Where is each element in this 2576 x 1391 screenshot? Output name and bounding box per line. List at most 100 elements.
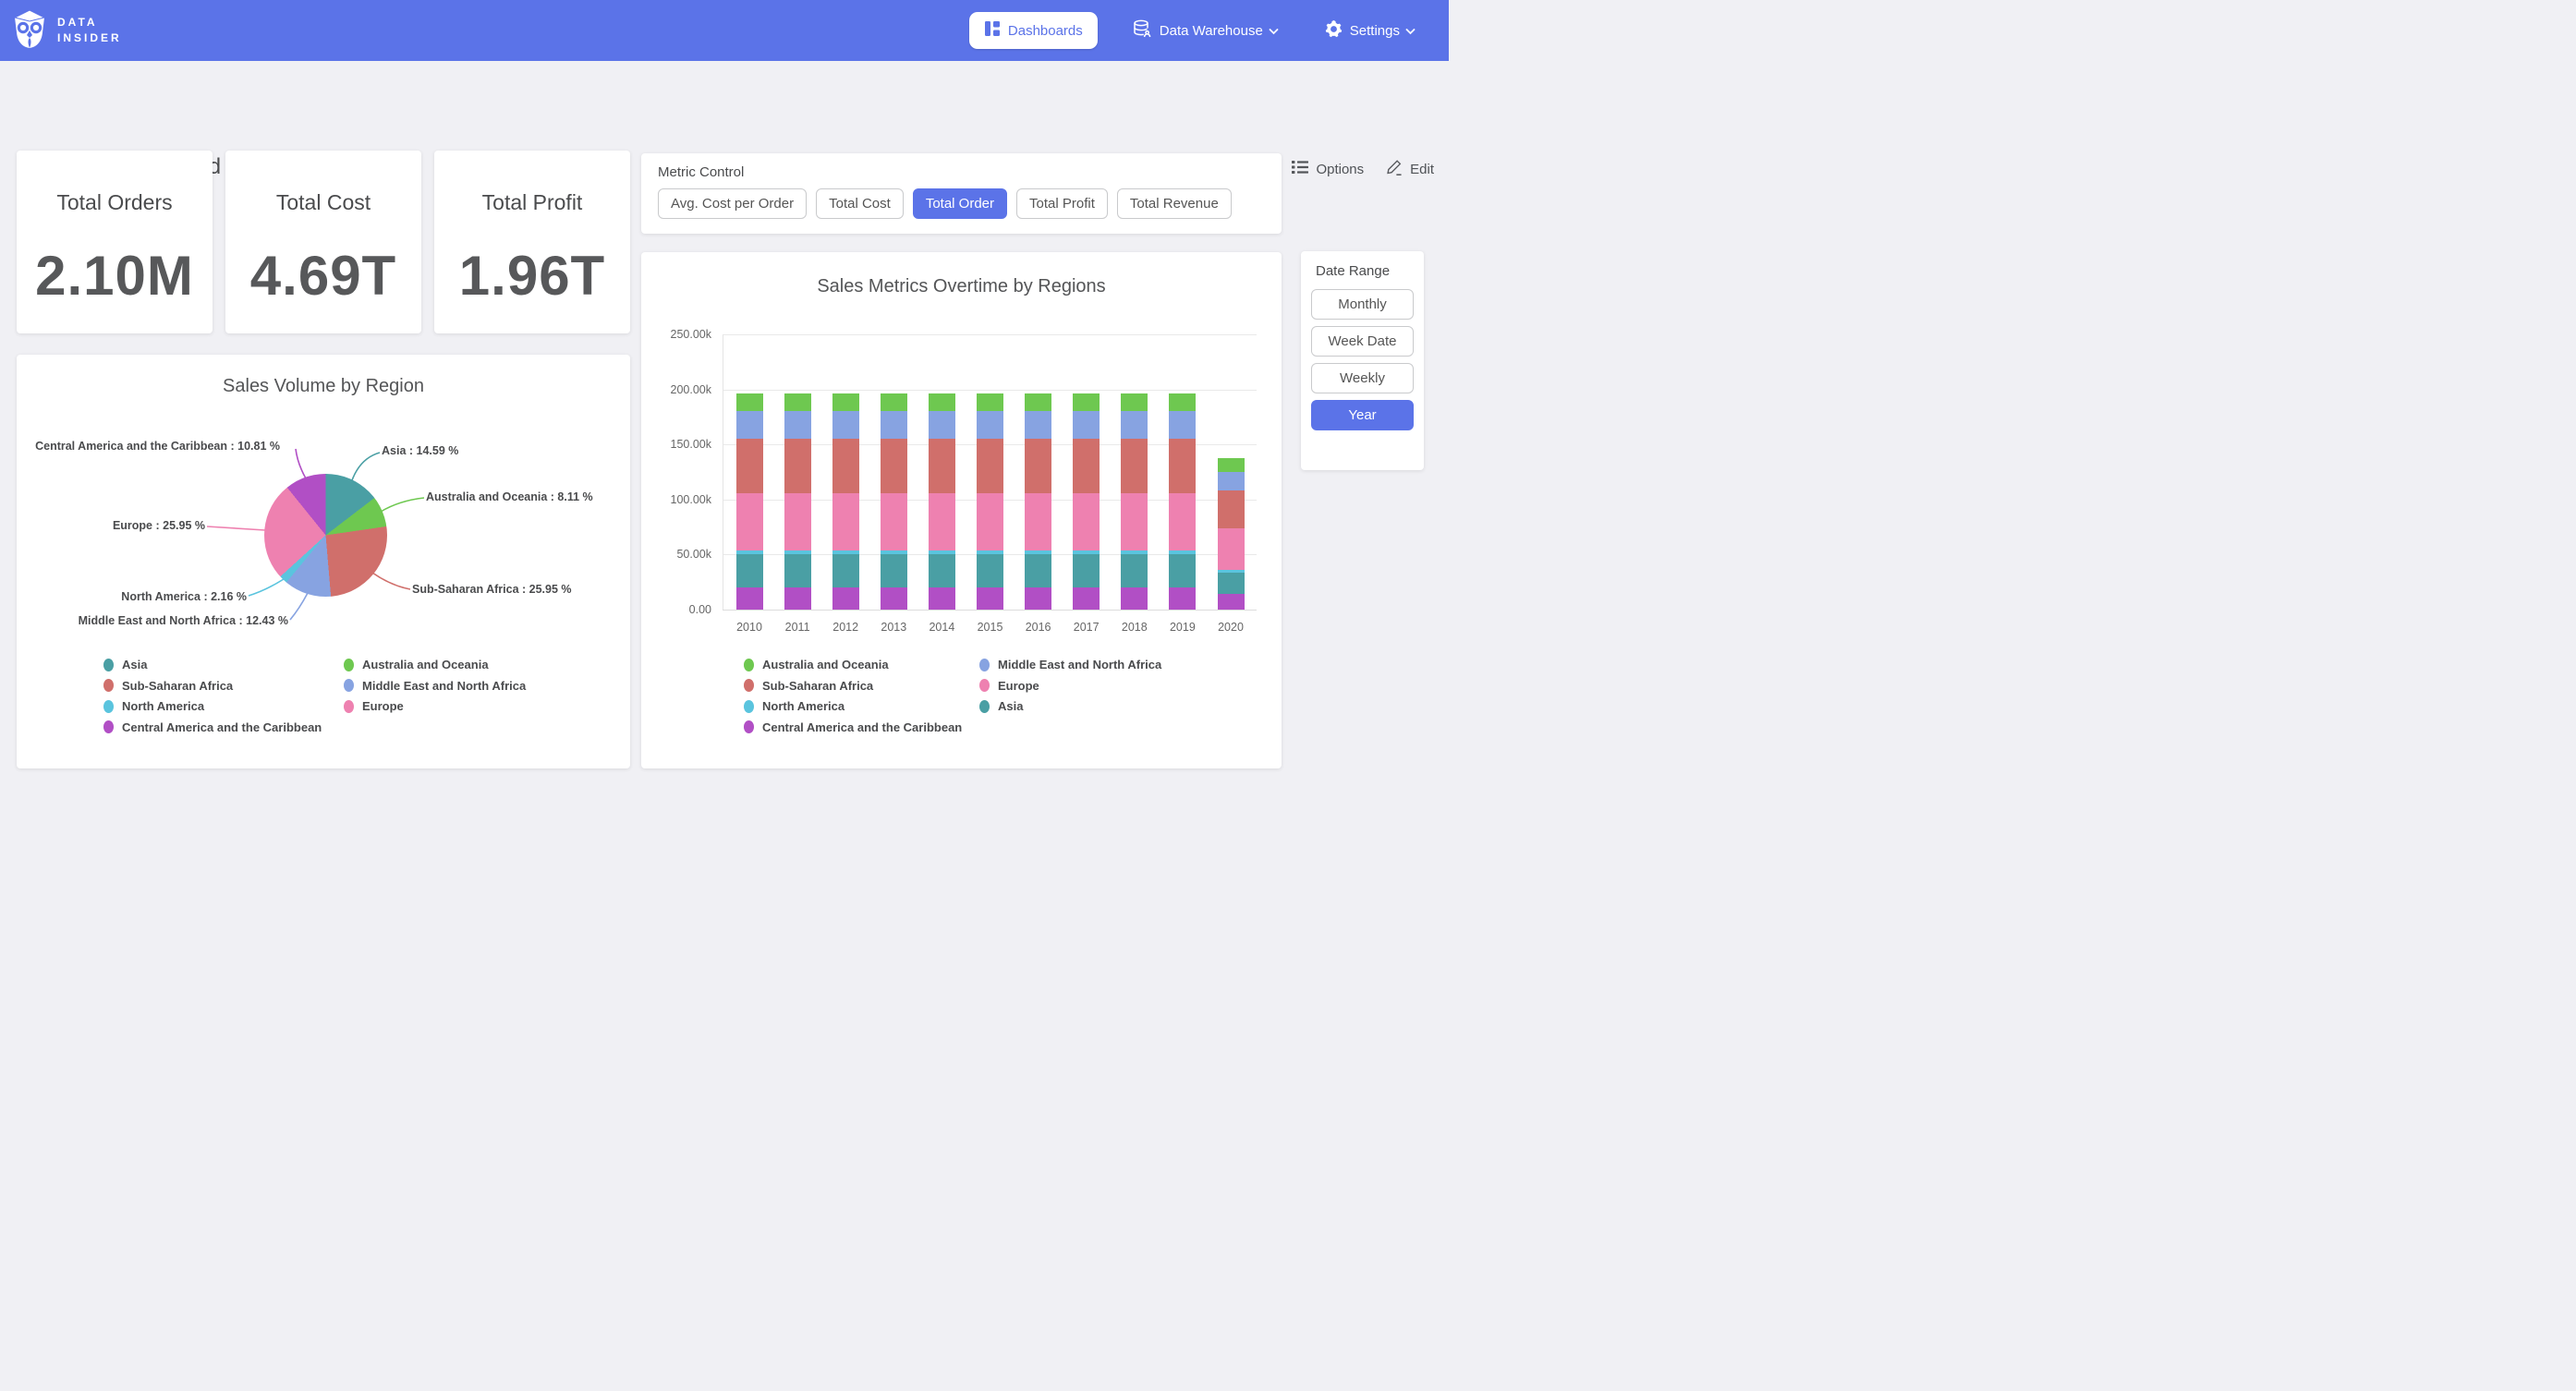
nav-item-dashboards[interactable]: Dashboards: [969, 12, 1098, 49]
legend-item[interactable]: Middle East and North Africa: [344, 679, 526, 693]
legend-label: Australia and Oceania: [362, 658, 489, 671]
metric-control-title: Metric Control: [658, 164, 1265, 180]
gridline: [723, 610, 1257, 611]
legend-label: Sub-Saharan Africa: [762, 679, 873, 693]
legend-label: Europe: [362, 699, 404, 713]
options-button[interactable]: Options: [1292, 160, 1364, 178]
legend-item[interactable]: Sub-Saharan Africa: [744, 679, 962, 693]
bar-segment: [736, 439, 763, 493]
date-range-card: Date Range MonthlyWeek DateWeeklyYear: [1301, 251, 1424, 470]
date-range-option[interactable]: Week Date: [1311, 326, 1414, 357]
legend-dot: [103, 700, 114, 713]
x-axis-tick: 2016: [1017, 621, 1060, 634]
bar-chart-card: Sales Metrics Overtime by Regions 0.0050…: [641, 252, 1282, 768]
legend-dot: [744, 700, 754, 713]
date-range-option[interactable]: Weekly: [1311, 363, 1414, 393]
metric-button[interactable]: Total Cost: [816, 188, 904, 219]
legend-item[interactable]: Australia and Oceania: [344, 658, 526, 671]
bar-segment: [1073, 493, 1100, 551]
metric-button[interactable]: Total Profit: [1016, 188, 1108, 219]
legend-item[interactable]: Europe: [344, 699, 526, 713]
bar-segment: [1169, 493, 1196, 551]
bar-stack: [977, 334, 1003, 610]
bar-segment: [736, 554, 763, 587]
legend-dot: [344, 679, 354, 692]
bar-segment: [881, 439, 907, 493]
legend-item[interactable]: Sub-Saharan Africa: [103, 679, 322, 693]
edit-button[interactable]: Edit: [1386, 159, 1434, 180]
legend-label: Middle East and North Africa: [362, 679, 526, 693]
edit-pencil-icon: [1386, 159, 1403, 180]
legend-label: North America: [122, 699, 204, 713]
legend-column: Australia and Oceania Sub-Saharan Africa N…: [744, 658, 962, 734]
database-icon: [1133, 19, 1152, 42]
kpi-value: 1.96T: [434, 244, 630, 308]
x-axis-tick: 2010: [728, 621, 771, 634]
bar-segment: [977, 550, 1003, 554]
app-logo: DATA INSIDER: [11, 8, 122, 54]
chevron-down-icon: [1269, 28, 1279, 35]
bar-segment: [929, 393, 955, 410]
legend-item[interactable]: Australia and Oceania: [744, 658, 962, 671]
legend-item[interactable]: Central America and the Caribbean: [103, 720, 322, 734]
kpi-card: Total Cost4.69T: [225, 151, 421, 333]
y-axis-tick: 250.00k: [656, 328, 711, 341]
bar-segment: [1169, 411, 1196, 439]
kpi-label: Total Profit: [434, 190, 630, 215]
bar-stack: [784, 334, 811, 610]
metric-button[interactable]: Total Revenue: [1117, 188, 1232, 219]
bar-segment: [1218, 458, 1245, 472]
legend-label: Asia: [122, 658, 147, 671]
legend-column: Australia and Oceania Middle East and Nor…: [344, 658, 526, 713]
bar-segment: [784, 587, 811, 610]
bar-segment: [881, 393, 907, 410]
y-axis-tick: 100.00k: [656, 493, 711, 506]
pie-chart-card: Sales Volume by Region Asia : 14.59 %Aus…: [17, 355, 630, 768]
x-axis-tick: 2019: [1161, 621, 1204, 634]
bar-segment: [1073, 393, 1100, 410]
bar-segment: [929, 493, 955, 551]
date-range-option[interactable]: Monthly: [1311, 289, 1414, 320]
bar-stack: [736, 334, 763, 610]
bar-segment: [977, 439, 1003, 493]
bar-segment: [1073, 554, 1100, 587]
date-range-option[interactable]: Year: [1311, 400, 1414, 430]
bar-segment: [784, 550, 811, 554]
legend-item[interactable]: Middle East and North Africa: [979, 658, 1161, 671]
bar-segment: [881, 493, 907, 551]
legend-item[interactable]: Europe: [979, 679, 1161, 693]
bar-segment: [977, 587, 1003, 610]
legend-item[interactable]: Asia: [979, 699, 1161, 713]
dashboard-icon: [984, 20, 1001, 41]
bar-stack: [1121, 334, 1148, 610]
x-axis-tick: 2014: [920, 621, 963, 634]
legend-column: Asia Sub-Saharan Africa North America Centr…: [103, 658, 322, 734]
bar-segment: [832, 587, 859, 610]
bar-segment: [832, 554, 859, 587]
gear-icon: [1325, 20, 1343, 42]
owl-logo-icon: [11, 8, 48, 54]
nav-item-settings[interactable]: Settings: [1314, 12, 1427, 50]
metric-control-card: Metric Control Avg. Cost per Order Total …: [641, 153, 1282, 234]
bar-segment: [1218, 472, 1245, 490]
chevron-down-icon: [1405, 28, 1416, 35]
legend-label: Europe: [998, 679, 1039, 693]
sub-header: Sales Dashboard Add Filter Boost: Off: [0, 61, 1449, 151]
legend-item[interactable]: Central America and the Caribbean: [744, 720, 962, 734]
metric-button[interactable]: Avg. Cost per Order: [658, 188, 807, 219]
bar-segment: [736, 493, 763, 551]
bar-segment: [1218, 573, 1245, 594]
legend-dot: [744, 659, 754, 671]
metric-button[interactable]: Total Order: [913, 188, 1007, 219]
pie-slice-label: North America : 2.16 %: [121, 590, 247, 603]
y-axis-tick: 150.00k: [656, 438, 711, 451]
bar-segment: [736, 393, 763, 410]
bar-stack: [1169, 334, 1196, 610]
legend-item[interactable]: North America: [744, 699, 962, 713]
legend-item[interactable]: Asia: [103, 658, 322, 671]
legend-item[interactable]: North America: [103, 699, 322, 713]
legend-label: Central America and the Caribbean: [762, 720, 962, 734]
bar-segment: [881, 411, 907, 439]
nav-item-data-warehouse[interactable]: Data Warehouse: [1122, 11, 1290, 51]
pie-chart: [264, 474, 387, 597]
